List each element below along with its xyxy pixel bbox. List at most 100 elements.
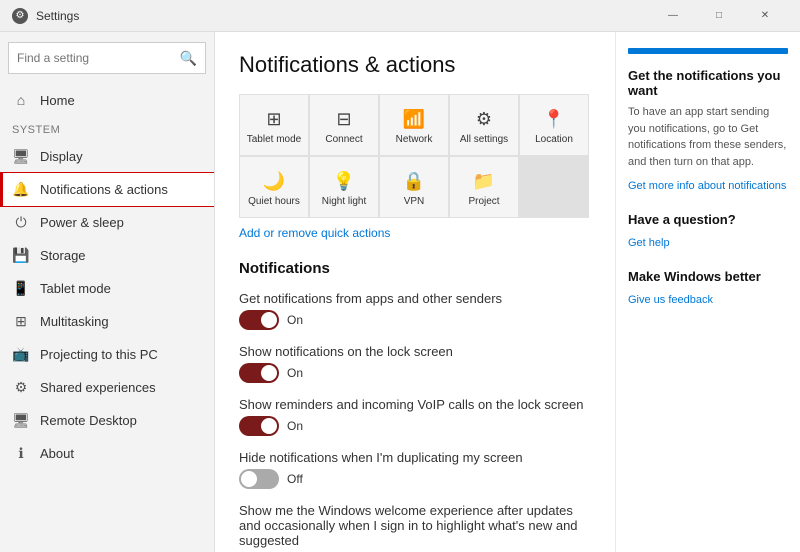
rp-section-feedback: Make Windows better Give us feedback — [628, 269, 788, 308]
minimize-button[interactable]: — — [650, 0, 696, 32]
rp-text-notifications: To have an app start sending you notific… — [628, 104, 788, 170]
toggle-apps-senders-switch[interactable] — [239, 310, 279, 330]
rp-link-get-help[interactable]: Get help — [628, 237, 670, 249]
qa-location-icon: 📍 — [543, 109, 565, 130]
qa-vpn-icon: 🔒 — [403, 171, 425, 192]
sidebar-item-multitasking[interactable]: ⊞ Multitasking — [0, 305, 214, 338]
qa-quiet-hours[interactable]: 🌙 Quiet hours — [240, 157, 308, 217]
right-panel-bar — [628, 48, 788, 54]
qa-location[interactable]: 📍 Location — [520, 95, 588, 155]
sidebar-section-label: System — [0, 116, 214, 140]
main-content: Notifications & actions ⊞ Tablet mode ⊟ … — [215, 32, 615, 552]
qa-all-settings[interactable]: ⚙ All settings — [450, 95, 518, 155]
display-icon: 🖥 — [12, 148, 30, 165]
titlebar-controls: — □ ✕ — [650, 0, 788, 32]
remote-icon: 🖥 — [12, 412, 30, 429]
qa-vpn[interactable]: 🔒 VPN — [380, 157, 448, 217]
sidebar-item-remote[interactable]: 🖥 Remote Desktop — [0, 404, 214, 437]
qa-nightlight-label: Night light — [322, 196, 366, 208]
sidebar-item-about[interactable]: ℹ About — [0, 437, 214, 470]
close-button[interactable]: ✕ — [742, 0, 788, 32]
rp-heading-question: Have a question? — [628, 212, 788, 227]
titlebar-title: Settings — [36, 9, 79, 23]
toggle-duplicating-switch[interactable] — [239, 469, 279, 489]
shared-label: Shared experiences — [40, 380, 156, 395]
qa-connect-icon: ⊟ — [336, 109, 351, 130]
qa-vpn-label: VPN — [404, 196, 425, 208]
multitasking-icon: ⊞ — [12, 313, 30, 330]
sidebar-item-storage[interactable]: 💾 Storage — [0, 239, 214, 272]
shared-icon: ⚙ — [12, 379, 30, 396]
power-icon: ⏻ — [12, 214, 30, 231]
right-panel: Get the notifications you want To have a… — [615, 32, 800, 552]
toggle-duplicating-state: Off — [287, 472, 303, 486]
toggle-apps-senders: Get notifications from apps and other se… — [239, 291, 591, 330]
power-label: Power & sleep — [40, 215, 124, 230]
toggle-reminders-voip-state: On — [287, 419, 303, 433]
settings-icon: ⚙ — [12, 8, 28, 24]
toggle-duplicating-container: Off — [239, 469, 591, 489]
search-box: 🔍 — [8, 42, 206, 74]
qa-tablet-label: Tablet mode — [247, 134, 301, 146]
search-input[interactable] — [17, 51, 180, 65]
about-icon: ℹ — [12, 445, 30, 462]
toggle-apps-senders-label: Get notifications from apps and other se… — [239, 291, 591, 306]
add-remove-quick-actions-link[interactable]: Add or remove quick actions — [239, 226, 390, 240]
toggle-lock-screen: Show notifications on the lock screen On — [239, 344, 591, 383]
toggle-lock-screen-state: On — [287, 366, 303, 380]
qa-project-icon: 📁 — [473, 171, 495, 192]
storage-label: Storage — [40, 248, 86, 263]
qa-tablet-mode[interactable]: ⊞ Tablet mode — [240, 95, 308, 155]
toggle-lock-screen-label: Show notifications on the lock screen — [239, 344, 591, 359]
rp-link-feedback[interactable]: Give us feedback — [628, 294, 713, 306]
qa-nightlight-icon: 💡 — [333, 171, 355, 192]
titlebar: ⚙ Settings — □ ✕ — [0, 0, 800, 32]
qa-night-light[interactable]: 💡 Night light — [310, 157, 378, 217]
maximize-button[interactable]: □ — [696, 0, 742, 32]
rp-heading-notifications: Get the notifications you want — [628, 68, 788, 98]
notifications-section-title: Notifications — [239, 260, 591, 277]
search-icon[interactable]: 🔍 — [180, 50, 197, 67]
toggle-apps-senders-state: On — [287, 313, 303, 327]
titlebar-left: ⚙ Settings — [12, 8, 79, 24]
qa-connect-label: Connect — [325, 134, 362, 146]
storage-icon: 💾 — [12, 247, 30, 264]
toggle-apps-senders-container: On — [239, 310, 591, 330]
qa-location-label: Location — [535, 134, 573, 146]
sidebar-item-tablet[interactable]: 📱 Tablet mode — [0, 272, 214, 305]
qa-network-icon: 📶 — [403, 109, 425, 130]
rp-link-more-info[interactable]: Get more info about notifications — [628, 180, 786, 192]
sidebar-item-display[interactable]: 🖥 Display — [0, 140, 214, 173]
toggle-lock-screen-switch[interactable] — [239, 363, 279, 383]
sidebar-item-projecting[interactable]: 📺 Projecting to this PC — [0, 338, 214, 371]
display-label: Display — [40, 149, 83, 164]
rp-section-notifications: Get the notifications you want To have a… — [628, 68, 788, 194]
sidebar-item-notifications[interactable]: 🔔 Notifications & actions — [0, 173, 214, 206]
qa-quiet-label: Quiet hours — [248, 196, 300, 208]
qa-project[interactable]: 📁 Project — [450, 157, 518, 217]
toggle-reminders-voip-label: Show reminders and incoming VoIP calls o… — [239, 397, 591, 412]
projecting-label: Projecting to this PC — [40, 347, 158, 362]
notifications-label: Notifications & actions — [40, 182, 168, 197]
sidebar-item-home[interactable]: ⌂ Home — [0, 84, 214, 116]
toggle-duplicating-label: Hide notifications when I'm duplicating … — [239, 450, 591, 465]
qa-network-label: Network — [396, 134, 433, 146]
toggle-reminders-voip-switch[interactable] — [239, 416, 279, 436]
sidebar-item-shared[interactable]: ⚙ Shared experiences — [0, 371, 214, 404]
rp-section-question: Have a question? Get help — [628, 212, 788, 251]
multitasking-label: Multitasking — [40, 314, 109, 329]
tablet-icon: 📱 — [12, 280, 30, 297]
quick-actions-grid: ⊞ Tablet mode ⊟ Connect 📶 Network ⚙ All … — [239, 94, 589, 218]
toggle-welcome: Show me the Windows welcome experience a… — [239, 503, 591, 552]
notifications-icon: 🔔 — [12, 181, 30, 198]
qa-network[interactable]: 📶 Network — [380, 95, 448, 155]
projecting-icon: 📺 — [12, 346, 30, 363]
qa-settings-icon: ⚙ — [476, 109, 492, 130]
qa-connect[interactable]: ⊟ Connect — [310, 95, 378, 155]
remote-label: Remote Desktop — [40, 413, 137, 428]
sidebar-item-power[interactable]: ⏻ Power & sleep — [0, 206, 214, 239]
toggle-welcome-label: Show me the Windows welcome experience a… — [239, 503, 591, 548]
toggle-lock-screen-container: On — [239, 363, 591, 383]
tablet-label: Tablet mode — [40, 281, 111, 296]
rp-heading-feedback: Make Windows better — [628, 269, 788, 284]
